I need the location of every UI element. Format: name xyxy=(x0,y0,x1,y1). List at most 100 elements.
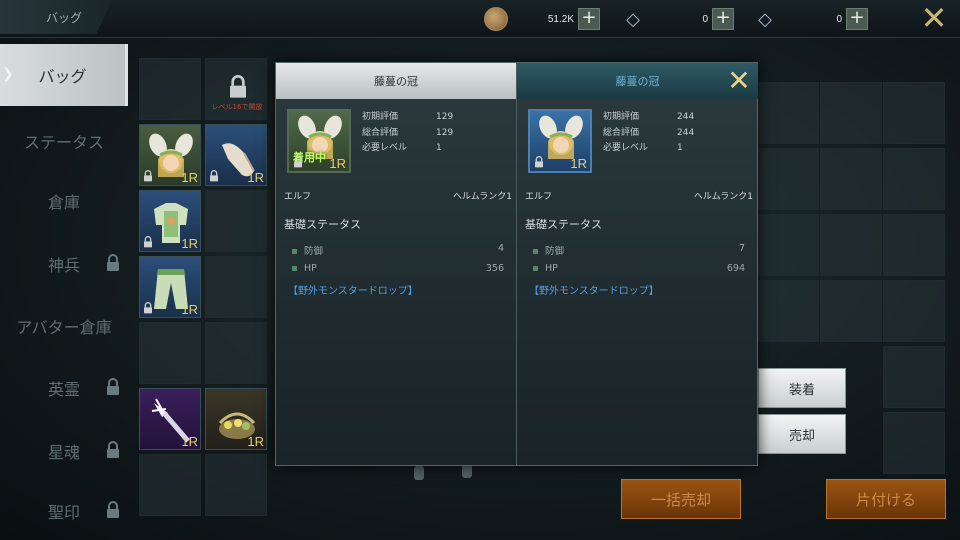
rank-label: 1R xyxy=(181,302,198,317)
equipped-item-thumbnail: 着用中 1R xyxy=(287,109,351,173)
inventory-slot[interactable] xyxy=(757,82,819,144)
close-dialog-button[interactable]: ✕ xyxy=(724,66,754,96)
total-eval-value: 244 xyxy=(677,127,695,138)
rank-label: 1R xyxy=(329,156,346,171)
inventory-slot[interactable] xyxy=(820,280,882,342)
sidebar-item-label: バッグ xyxy=(38,67,87,86)
selected-item-name: 藤蔓の冠 xyxy=(517,63,758,99)
inventory-slot[interactable] xyxy=(883,346,945,408)
sell-button[interactable]: 売却 xyxy=(758,414,846,454)
inventory-slot[interactable] xyxy=(820,82,882,144)
rank-label: 1R xyxy=(247,434,264,449)
item-type-label: ヘルムランク1 xyxy=(452,192,512,202)
add-gold-button[interactable]: + xyxy=(578,8,600,30)
close-window-button[interactable]: ✕ xyxy=(918,2,950,34)
inventory-slot[interactable] xyxy=(205,322,267,384)
inventory-slot[interactable] xyxy=(883,82,945,144)
item-source: 【野外モンスタードロップ】 xyxy=(288,286,418,297)
lock-icon xyxy=(535,156,543,168)
add-gem1-button[interactable]: + xyxy=(712,8,734,30)
sidebar-item-status[interactable]: ステータス xyxy=(0,110,128,172)
evaluation-block: 初期評価 244 総合評価 244 必要レベル 1 xyxy=(603,110,733,157)
sidebar-item-warehouse[interactable]: 倉庫 xyxy=(0,170,128,232)
sidebar-item-divine-weapon[interactable]: 神兵 xyxy=(0,233,128,295)
initial-eval-value: 244 xyxy=(677,112,695,122)
inventory-slot[interactable] xyxy=(139,454,201,516)
stat-row-hp: HP 356 xyxy=(292,263,504,274)
total-eval-label: 総合評価 xyxy=(603,127,640,138)
inventory-slot[interactable] xyxy=(757,214,819,276)
sidebar-item-star-soul[interactable]: 星魂 xyxy=(0,420,128,482)
sidebar-item-label: 倉庫 xyxy=(47,193,80,212)
stat-row-hp: HP 694 xyxy=(533,263,745,274)
inventory-slot[interactable] xyxy=(205,256,267,318)
bullet-icon xyxy=(533,266,538,271)
sidebar-item-bag[interactable]: ❯ バッグ xyxy=(0,44,128,106)
lock-icon xyxy=(144,170,152,182)
window-title-tab: バッグ xyxy=(0,0,112,34)
inventory-slot[interactable] xyxy=(757,148,819,210)
diamond-icon: ◇ xyxy=(758,8,772,30)
gem2-value: 0 xyxy=(836,13,842,25)
inventory-slot-armor[interactable]: 1R xyxy=(139,190,201,252)
lock-icon xyxy=(144,302,152,314)
lock-icon xyxy=(210,170,218,182)
inventory-slot[interactable] xyxy=(139,58,201,120)
inventory-slot-basket[interactable]: 1R xyxy=(205,388,267,450)
sidebar-item-label: ステータス xyxy=(23,133,104,152)
locked-slot[interactable]: レベル16で開放 xyxy=(205,58,267,120)
gold-currency: 51.2K + xyxy=(484,7,600,31)
selected-item-pane: 藤蔓の冠 1R 初期評価 244 総合評価 244 必要レベル 1 エルフ ヘルムラン… xyxy=(517,63,758,465)
sidebar-item-label: アバター倉庫 xyxy=(16,318,112,337)
basic-stats-heading: 基礎ステータス xyxy=(525,218,602,231)
inventory-slot-flute[interactable]: 1R xyxy=(139,388,201,450)
item-compare-dialog: 藤蔓の冠 着用中 1R 初期評価 129 総合評価 129 必要レベル 1 エルフ ヘ… xyxy=(275,62,758,466)
inventory-slot[interactable] xyxy=(820,214,882,276)
gem1-currency: ◇ 0 + xyxy=(620,8,734,30)
rank-label: 1R xyxy=(570,156,587,171)
equip-button[interactable]: 装着 xyxy=(758,368,846,408)
race-label: エルフ xyxy=(284,192,312,202)
stat-row-defense: 防御 4 xyxy=(292,243,504,257)
inventory-slot[interactable] xyxy=(820,148,882,210)
equipped-item-name: 藤蔓の冠 xyxy=(276,63,516,99)
stat-label: HP xyxy=(304,263,317,274)
inventory-slot[interactable] xyxy=(883,412,945,474)
inventory-slot[interactable] xyxy=(883,214,945,276)
stat-label: 防御 xyxy=(304,246,324,257)
evaluation-block: 初期評価 129 総合評価 129 必要レベル 1 xyxy=(362,110,492,157)
inventory-slot-helm[interactable]: 1R xyxy=(139,124,201,186)
lock-icon xyxy=(144,236,152,248)
sidebar-item-holy-seal[interactable]: 聖印 xyxy=(0,480,128,540)
basic-stats-heading: 基礎ステータス xyxy=(284,218,361,231)
inventory-slot-pants[interactable]: 1R xyxy=(139,256,201,318)
req-level-value: 1 xyxy=(677,143,683,153)
gold-value: 51.2K xyxy=(547,13,574,25)
sidebar-item-label: 英霊 xyxy=(47,380,80,399)
initial-eval-value: 129 xyxy=(436,112,454,122)
inventory-slot[interactable] xyxy=(205,190,267,252)
lock-icon xyxy=(107,441,119,458)
inventory-slot[interactable] xyxy=(757,280,819,342)
stat-label: 防御 xyxy=(545,246,565,257)
lock-icon xyxy=(294,156,302,168)
stat-value: 694 xyxy=(726,263,745,274)
sidebar-item-spirit[interactable]: 英霊 xyxy=(0,357,128,419)
inventory-slot[interactable] xyxy=(883,280,945,342)
race-label: エルフ xyxy=(525,192,553,202)
rank-label: 1R xyxy=(181,434,198,449)
tidy-button[interactable]: 片付ける xyxy=(826,479,946,519)
scroll-handle xyxy=(462,464,472,478)
inventory-slot-gauntlet[interactable]: 1R xyxy=(205,124,267,186)
bulk-sell-button[interactable]: 一括売却 xyxy=(621,479,741,519)
inventory-slot[interactable] xyxy=(883,148,945,210)
lock-icon xyxy=(107,378,119,395)
close-icon: ✕ xyxy=(727,64,751,97)
add-gem2-button[interactable]: + xyxy=(846,8,868,30)
inventory-slot[interactable] xyxy=(139,322,201,384)
sidebar-item-avatar-warehouse[interactable]: アバター倉庫 xyxy=(0,295,128,357)
bullet-icon xyxy=(533,249,538,254)
rank-label: 1R xyxy=(181,170,198,185)
inventory-slot[interactable] xyxy=(205,454,267,516)
sidebar-item-label: 神兵 xyxy=(47,256,80,275)
